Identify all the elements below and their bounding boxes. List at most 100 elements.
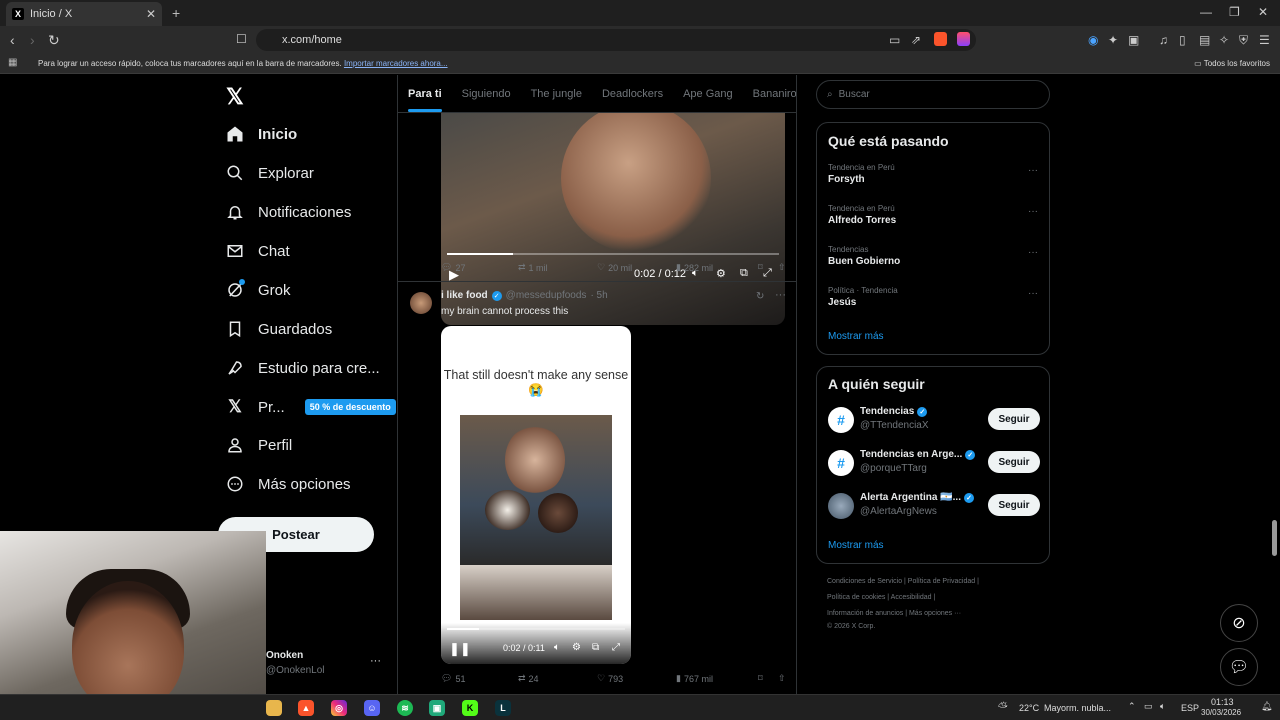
extensions-icon[interactable]: ✦ [1108, 33, 1118, 47]
trend-menu-icon[interactable]: ··· [1028, 165, 1038, 176]
tweet-time[interactable]: · 5h [590, 290, 607, 301]
language[interactable]: ESP [1181, 703, 1199, 713]
brave-shields-icon[interactable] [934, 32, 947, 46]
league-icon[interactable]: L [495, 700, 511, 716]
tab-bananirou[interactable]: Bananirou [743, 75, 796, 112]
follow-button[interactable]: Seguir [988, 408, 1040, 430]
sidebar-item-premium[interactable]: 𝕏 Pr... 50 % de descuento [226, 397, 396, 416]
cast-icon[interactable]: ▭ [889, 33, 900, 47]
video-progress-bar[interactable] [447, 253, 779, 255]
clock-time[interactable]: 01:13 [1211, 697, 1234, 707]
network-icon[interactable]: ▭ [1144, 701, 1153, 712]
show-more-link[interactable]: Mostrar más [828, 331, 884, 342]
views-button[interactable]: ▮ 282 mil [676, 262, 758, 273]
page-scrollbar[interactable] [1272, 520, 1277, 556]
tab-for-you[interactable]: Para ti [398, 75, 452, 112]
file-explorer-icon[interactable] [266, 700, 282, 716]
tab-following[interactable]: Siguiendo [452, 75, 521, 112]
brave-rewards-icon[interactable] [957, 32, 970, 46]
footer-link-line[interactable]: Política de cookies | Accesibilidad | [827, 594, 935, 601]
instagram-icon[interactable]: ◎ [331, 700, 347, 716]
author-handle[interactable]: @messedupfoods [506, 290, 587, 301]
pip-icon[interactable]: ⧉ [592, 642, 599, 653]
back-icon[interactable]: ‹ [10, 32, 15, 48]
weather-temp[interactable]: 22°C [1019, 703, 1039, 713]
minimize-icon[interactable]: — [1200, 5, 1212, 19]
reply-button[interactable]: 💬︎ 27 [441, 262, 518, 273]
new-tab-button[interactable]: + [172, 5, 180, 21]
tray-chevron-icon[interactable]: ⌃ [1128, 701, 1136, 712]
trend-item[interactable]: Política · Tendencia Jesús ··· [828, 286, 1038, 308]
wallet2-icon[interactable]: ▤ [1199, 33, 1210, 47]
wallet-icon[interactable]: ▣ [1128, 33, 1139, 47]
restore-icon[interactable]: ❐ [1229, 5, 1240, 19]
tab-ape-gang[interactable]: Ape Gang [673, 75, 743, 112]
bookmark-tweet-icon[interactable]: ⌑ [758, 262, 778, 273]
sidebar-item-notifications[interactable]: Notificaciones [226, 203, 351, 221]
kick-icon[interactable]: K [462, 700, 478, 716]
grok-explain-icon[interactable]: ↻ [756, 291, 764, 302]
video-progress-bar[interactable] [447, 628, 625, 630]
account-name[interactable]: Onoken [266, 650, 303, 661]
forward-icon[interactable]: › [30, 32, 35, 48]
trend-menu-icon[interactable]: ··· [1028, 247, 1038, 258]
account-menu-icon[interactable]: ··· [370, 655, 381, 667]
notifications-icon[interactable]: 🔔︎ [1261, 701, 1272, 712]
follow-button[interactable]: Seguir [988, 451, 1040, 473]
sidebar-item-grok[interactable]: Grok [226, 279, 291, 299]
audio-icon[interactable]: ◉ [1088, 33, 1098, 47]
tab-the-jungle[interactable]: The jungle [521, 75, 592, 112]
tab-deadlockers[interactable]: Deadlockers [592, 75, 673, 112]
footer-link-line[interactable]: Condiciones de Servicio | Política de Pr… [827, 578, 979, 585]
messages-fab-button[interactable]: 💬︎ [1220, 648, 1258, 686]
sidebar-item-explore[interactable]: Explorar [226, 164, 314, 182]
trend-item[interactable]: Tendencia en Perú Forsyth ··· [828, 163, 1038, 185]
follow-suggestion[interactable]: # Tendencias ✓ @TTendenciaX Seguir [828, 405, 1040, 435]
sidebar-item-creator-studio[interactable]: Estudio para cre... [226, 359, 380, 377]
app-icon[interactable]: ▣ [429, 700, 445, 716]
show-more-link[interactable]: Mostrar más [828, 540, 884, 551]
sidebar-item-profile[interactable]: Perfil [226, 436, 292, 454]
speaker-icon[interactable]: 🔈︎ [1160, 701, 1165, 712]
follow-suggestion[interactable]: Alerta Argentina 🇦🇷... ✓ @AlertaArgNews S… [828, 491, 1040, 521]
settings-gear-icon[interactable]: ⚙ [572, 642, 581, 653]
weather-desc[interactable]: Mayorm. nubla... [1044, 703, 1111, 713]
repost-button[interactable]: ⇄ 1 mil [518, 262, 597, 273]
timeline[interactable]: ▶ 0:02 / 0:12 🔈︎ ⚙ ⧉ ⤢ 💬︎ 27 ⇄ 1 mil ♡ 2… [397, 75, 797, 695]
trend-item[interactable]: Tendencias Buen Gobierno ··· [828, 245, 1038, 267]
reload-icon[interactable]: ↻ [48, 32, 60, 49]
menu-icon[interactable]: ☰ [1259, 33, 1270, 47]
all-favorites[interactable]: ▭ Todos los favoritos [1194, 59, 1270, 68]
fullscreen-icon[interactable]: ⤢ [612, 642, 620, 653]
account-handle[interactable]: @OnokenLol [266, 665, 325, 676]
like-button[interactable]: ♡ 793 [597, 673, 676, 684]
volume-icon[interactable]: 🔈︎ [554, 642, 560, 653]
vpn-icon[interactable]: ⛨ [1239, 33, 1248, 48]
browser-tab[interactable]: X Inicio / X ✕ [6, 2, 162, 26]
bookmark-page-icon[interactable]: ☐ [236, 32, 247, 46]
bookmark-tweet-icon[interactable]: ⌑ [758, 673, 778, 684]
sidebar-item-bookmarks[interactable]: Guardados [226, 320, 332, 338]
address-bar[interactable]: x.com/home [256, 29, 976, 51]
leo-icon[interactable]: ✧ [1219, 33, 1229, 47]
search-input[interactable]: ⌕ Buscar [816, 80, 1050, 109]
media-icon[interactable]: ♫ [1159, 33, 1168, 47]
share-tweet-icon[interactable]: ⇧ [778, 262, 786, 273]
import-bookmarks-link[interactable]: Importar marcadores ahora... [344, 59, 448, 68]
repost-button[interactable]: ⇄ 24 [518, 673, 597, 684]
footer-link-line[interactable]: Información de anuncios | Más opciones ·… [827, 610, 961, 617]
apps-grid-icon[interactable]: ▦ [8, 57, 17, 68]
tweet-menu-icon[interactable]: ··· [775, 289, 786, 301]
sidebar-item-more[interactable]: Más opciones [226, 475, 351, 493]
sidebar-icon[interactable]: ▯ [1179, 33, 1186, 47]
window-close-icon[interactable]: ✕ [1258, 5, 1268, 19]
clock-date[interactable]: 30/03/2026 [1201, 708, 1241, 717]
reply-button[interactable]: 💬︎ 51 [441, 673, 518, 684]
pause-icon[interactable]: ❚❚ [449, 641, 471, 657]
trend-menu-icon[interactable]: ··· [1028, 288, 1038, 299]
like-button[interactable]: ♡ 20 mil [597, 262, 676, 273]
sidebar-item-chat[interactable]: Chat [226, 242, 290, 260]
author-name[interactable]: i like food [441, 290, 488, 301]
trend-item[interactable]: Tendencia en Perú Alfredo Torres ··· [828, 204, 1038, 226]
follow-suggestion[interactable]: # Tendencias en Arge... ✓ @porqueTTarg Se… [828, 448, 1040, 478]
